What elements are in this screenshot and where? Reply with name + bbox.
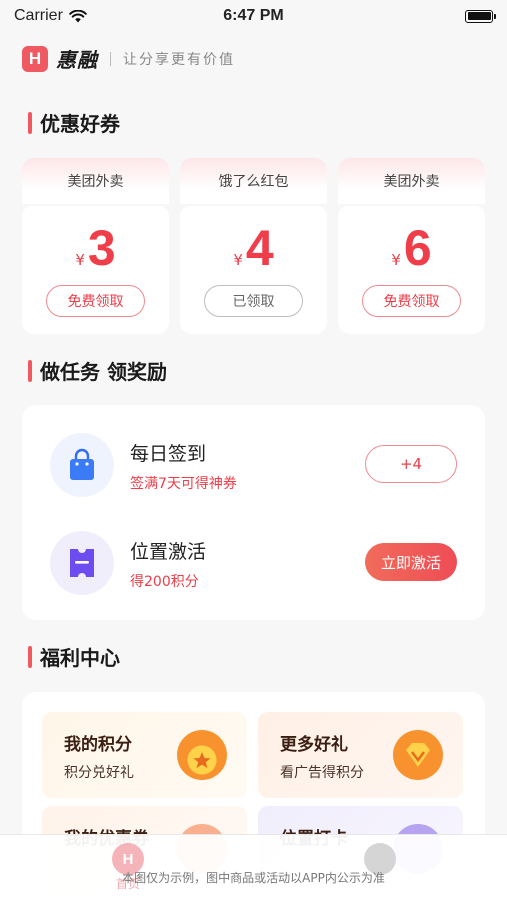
task-item-checkin[interactable]: 每日签到 签满7天可得神券 +4: [22, 419, 485, 509]
checkin-button[interactable]: +4: [365, 445, 457, 483]
section-accent-bar: [28, 645, 32, 668]
tile-desc: 看广告得积分: [280, 765, 364, 781]
coupons-section-title: 优惠好券: [28, 108, 120, 137]
carrier-name: Carrier: [14, 7, 63, 24]
coupon-price: ¥6: [338, 222, 485, 274]
claimed-coupon-button[interactable]: 已领取: [204, 285, 303, 317]
claim-coupon-button[interactable]: 免费领取: [362, 285, 461, 317]
coupon-platform: 美团外卖: [22, 158, 169, 204]
brand-name: 惠融: [56, 48, 98, 72]
task-card: 每日签到 签满7天可得神券 +4 位置激活 得200积分 立即激活: [22, 405, 485, 620]
task-desc: 得200积分: [130, 574, 199, 590]
tasks-section-title: 做任务 领奖励: [28, 356, 167, 385]
activate-button[interactable]: 立即激活: [365, 543, 457, 581]
disclaimer-text: 本图仅为示例，图中商品或活动以APP内公示为准: [122, 871, 385, 885]
app-logo: H: [22, 45, 48, 72]
tile-desc: 积分兑好礼: [64, 765, 134, 781]
tasks-title-text: 做任务 领奖励: [40, 360, 167, 384]
battery-icon: [465, 9, 496, 23]
currency-symbol: ¥: [233, 251, 243, 269]
coupons-title-text: 优惠好券: [40, 112, 120, 136]
more-gifts-tile[interactable]: 更多好礼 看广告得积分: [258, 712, 463, 798]
task-name: 位置激活: [130, 541, 207, 563]
coupon-card-2[interactable]: 饿了么红包 ¥4 已领取: [180, 158, 327, 334]
carrier-info: Carrier: [14, 7, 87, 25]
brand-header: H 惠融 让分享更有价值: [22, 44, 235, 73]
currency-symbol: ¥: [391, 251, 401, 269]
my-points-tile[interactable]: 我的积分 积分兑好礼: [42, 712, 247, 798]
ticket-icon: [50, 531, 114, 595]
coupon-platform: 饿了么红包: [180, 158, 327, 204]
welfare-section-title: 福利中心: [28, 642, 120, 671]
coupon-card-1[interactable]: 美团外卖 ¥3 免费领取: [22, 158, 169, 334]
section-accent-bar: [28, 111, 32, 134]
shopping-bag-icon: [50, 433, 114, 497]
welfare-title-text: 福利中心: [40, 646, 120, 670]
tab-bar: H 首页 本图仅为示例，图中商品或活动以APP内公示为准: [0, 834, 507, 900]
tile-title: 我的积分: [64, 735, 132, 755]
gem-icon: [393, 730, 443, 780]
task-desc: 签满7天可得神券: [130, 476, 237, 492]
coupon-amount: 4: [245, 220, 274, 276]
brand-divider: [110, 51, 111, 66]
task-item-location[interactable]: 位置激活 得200积分 立即激活: [22, 517, 485, 607]
section-accent-bar: [28, 359, 32, 382]
task-name: 每日签到: [130, 443, 207, 465]
coupon-platform: 美团外卖: [338, 158, 485, 204]
coupon-price: ¥4: [180, 222, 327, 274]
tile-title: 更多好礼: [280, 735, 348, 755]
wifi-icon: [69, 9, 87, 22]
status-bar: Carrier 6:47 PM: [0, 0, 507, 32]
brand-slogan: 让分享更有价值: [123, 51, 235, 68]
coupon-amount: 3: [87, 220, 116, 276]
coupon-price: ¥3: [22, 222, 169, 274]
coupon-card-3[interactable]: 美团外卖 ¥6 免费领取: [338, 158, 485, 334]
coupon-amount: 6: [403, 220, 432, 276]
claim-coupon-button[interactable]: 免费领取: [46, 285, 145, 317]
currency-symbol: ¥: [75, 251, 85, 269]
star-coin-icon: [177, 730, 227, 780]
